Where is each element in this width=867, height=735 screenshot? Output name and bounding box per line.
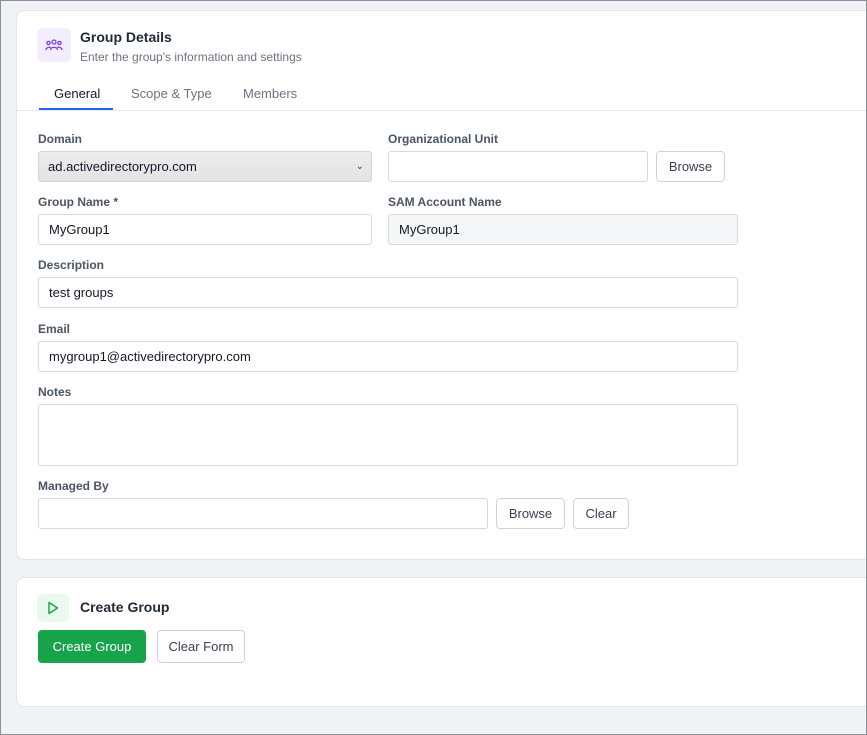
notes-textarea[interactable]: [38, 404, 738, 466]
managed-by-label: Managed By: [38, 479, 109, 493]
play-icon: [37, 594, 69, 622]
ou-label: Organizational Unit: [388, 132, 499, 146]
tab-bar: General Scope & Type Members: [17, 83, 867, 111]
sam-account-label: SAM Account Name: [388, 195, 502, 209]
ou-browse-button[interactable]: Browse: [656, 151, 725, 182]
users-group-icon: [37, 28, 71, 62]
domain-select[interactable]: ad.activedirectorypro.com ⌄: [38, 151, 372, 182]
group-name-input[interactable]: MyGroup1: [38, 214, 372, 245]
create-group-button[interactable]: Create Group: [38, 630, 146, 663]
clear-form-button[interactable]: Clear Form: [157, 630, 245, 663]
managed-by-browse-button[interactable]: Browse: [496, 498, 565, 529]
chevron-down-icon: ⌄: [355, 161, 364, 172]
domain-label: Domain: [38, 132, 83, 146]
create-group-title: Create Group: [80, 599, 170, 615]
email-input[interactable]: mygroup1@activedirectorypro.com: [38, 341, 738, 372]
create-group-card: Create Group Create Group Clear Form: [16, 577, 867, 707]
tab-general[interactable]: General: [54, 86, 100, 101]
description-input[interactable]: test groups: [38, 277, 738, 308]
card-subtitle: Enter the group's information and settin…: [80, 50, 302, 64]
sam-account-input[interactable]: MyGroup1: [388, 214, 738, 245]
tab-scope-type[interactable]: Scope & Type: [131, 86, 212, 101]
email-label: Email: [38, 322, 71, 336]
group-details-card: Group Details Enter the group's informat…: [16, 10, 867, 560]
group-name-label: Group Name *: [38, 195, 119, 209]
active-tab-indicator: [39, 108, 113, 110]
domain-value: ad.activedirectorypro.com: [48, 159, 197, 174]
managed-by-clear-button[interactable]: Clear: [573, 498, 629, 529]
managed-by-input[interactable]: [38, 498, 488, 529]
notes-label: Notes: [38, 385, 72, 399]
ou-input[interactable]: [388, 151, 648, 182]
description-label: Description: [38, 258, 105, 272]
tab-members[interactable]: Members: [243, 86, 297, 101]
card-title: Group Details: [80, 29, 172, 45]
